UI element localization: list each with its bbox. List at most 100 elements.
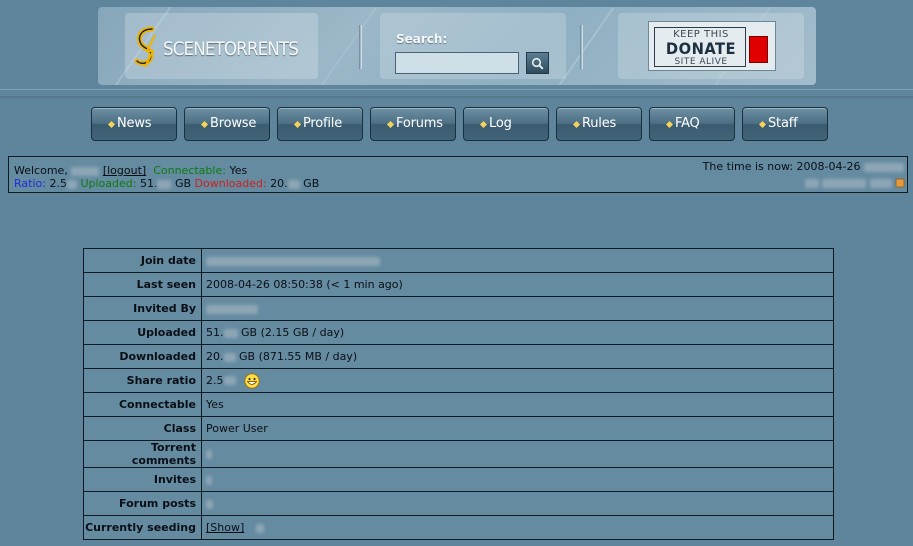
- server-time: The time is now: 2008-04-26: [703, 160, 904, 173]
- row-label: Uploaded: [83, 320, 202, 345]
- class-value: Power User: [201, 416, 834, 441]
- diamond-bullet-icon: [758, 120, 767, 129]
- table-row: Share ratio 2.5: [83, 368, 834, 393]
- redacted-item: [869, 178, 892, 188]
- header-divider: [359, 25, 362, 69]
- invites-value: [201, 467, 834, 492]
- last-seen-value: 2008-04-26 08:50:38 (< 1 min ago): [201, 272, 834, 297]
- uploaded-label: Uploaded:: [80, 177, 137, 190]
- table-row: Forum posts: [83, 491, 834, 516]
- redacted-value: [206, 256, 380, 266]
- header-divider: [580, 25, 583, 69]
- donate-main-text: DONATE: [665, 39, 737, 58]
- row-label: Downloaded: [83, 344, 202, 369]
- table-row: Class Power User: [83, 416, 834, 441]
- nav-label: Log: [489, 116, 512, 131]
- nav-profile[interactable]: Profile: [277, 107, 363, 141]
- nav-label: Profile: [303, 116, 343, 131]
- row-label: Torrent comments: [83, 440, 202, 468]
- torrent-comments-value: [201, 440, 834, 468]
- connectable-value: Yes: [229, 164, 248, 177]
- donate-button[interactable]: KEEP THIS DONATE SITE ALIVE: [648, 21, 776, 71]
- redacted-value: [206, 304, 258, 314]
- nav-log[interactable]: Log: [463, 107, 549, 141]
- profile-table: Join date Last seen 2008-04-26 08:50:38 …: [83, 248, 834, 540]
- join-date-value: [201, 248, 834, 273]
- nav-label: Staff: [768, 116, 798, 131]
- nav-rules[interactable]: Rules: [556, 107, 642, 141]
- show-seeding-link[interactable]: [Show]: [206, 521, 244, 534]
- downloaded-unit: GB: [303, 177, 320, 190]
- logo-text: SCENETORRENTS: [163, 38, 299, 60]
- row-label: Currently seeding: [83, 515, 202, 540]
- search-label: Search:: [396, 32, 448, 46]
- redacted-digits: [223, 376, 236, 385]
- nav-browse[interactable]: Browse: [184, 107, 270, 141]
- table-row: Uploaded 51. GB (2.15 GB / day): [83, 320, 834, 345]
- nav-forums[interactable]: Forums: [370, 107, 456, 141]
- redacted-username: [71, 166, 100, 176]
- diamond-bullet-icon: [479, 120, 488, 129]
- logout-link[interactable]: [logout]: [103, 164, 146, 177]
- ratio-label: Ratio:: [14, 177, 46, 190]
- donate-panel: KEEP THIS DONATE SITE ALIVE: [618, 13, 804, 79]
- redacted-digits: [223, 352, 236, 362]
- redacted-item: [822, 178, 866, 188]
- grin-smiley-icon: [244, 372, 260, 389]
- invited-by-value: [201, 296, 834, 321]
- redacted-digits: [287, 179, 300, 189]
- downloaded-value: 20. GB (871.55 MB / day): [201, 344, 834, 369]
- downloaded-label: Downloaded:: [194, 177, 267, 190]
- user-status-bar: Welcome, [logout] Connectable: Yes Ratio…: [8, 156, 908, 193]
- row-label: Join date: [83, 248, 202, 273]
- search-input[interactable]: [395, 52, 519, 74]
- header-banner: SCENETORRENTS Search: KEEP THIS DONATE S…: [98, 7, 816, 85]
- welcome-label: Welcome,: [14, 164, 68, 177]
- redacted-value: [255, 523, 264, 533]
- site-logo[interactable]: SCENETORRENTS: [125, 13, 318, 79]
- status-line-1: Welcome, [logout] Connectable: Yes: [14, 164, 247, 177]
- redacted-digits: [157, 179, 172, 189]
- row-label: Share ratio: [83, 368, 202, 393]
- row-label: Class: [83, 416, 202, 441]
- nav-faq[interactable]: FAQ: [649, 107, 735, 141]
- search-button[interactable]: [526, 52, 549, 74]
- header-divider-line: [0, 96, 913, 98]
- redacted-item: [804, 178, 819, 188]
- nav-label: FAQ: [675, 116, 700, 131]
- donate-bottom-text: SITE ALIVE: [674, 57, 728, 67]
- connectable-value: Yes: [201, 392, 834, 417]
- forum-posts-value: [201, 491, 834, 516]
- donate-frame: KEEP THIS DONATE SITE ALIVE: [654, 27, 746, 67]
- status-line-2: Ratio: 2.5 Uploaded: 51. GB Downloaded: …: [14, 177, 319, 190]
- table-row: Downloaded 20. GB (871.55 MB / day): [83, 344, 834, 369]
- nav-label: Rules: [582, 116, 617, 131]
- diamond-bullet-icon: [665, 120, 674, 129]
- connectable-label: Connectable:: [153, 164, 226, 177]
- downloaded-amount: 20.: [206, 350, 224, 363]
- share-ratio-number: 2.5: [206, 373, 224, 387]
- redacted-value: [206, 475, 212, 485]
- nav-label: Browse: [210, 116, 257, 131]
- diamond-bullet-icon: [200, 120, 209, 129]
- table-row: Torrent comments: [83, 440, 834, 468]
- search-panel: Search:: [380, 13, 566, 79]
- row-label: Last seen: [83, 272, 202, 297]
- redacted-value: [206, 499, 213, 509]
- nav-label: News: [117, 116, 152, 131]
- table-row: Last seen 2008-04-26 08:50:38 (< 1 min a…: [83, 272, 834, 297]
- nav-staff[interactable]: Staff: [742, 107, 828, 141]
- flag-icon: [895, 178, 905, 188]
- currently-seeding-value: [Show]: [201, 515, 834, 540]
- table-row: Join date: [83, 248, 834, 273]
- table-row: Invited By: [83, 296, 834, 321]
- nav-news[interactable]: News: [91, 107, 177, 141]
- row-label: Forum posts: [83, 491, 202, 516]
- redacted-digits: [223, 328, 238, 338]
- uploaded-value: 51. GB (2.15 GB / day): [201, 320, 834, 345]
- server-time-text: The time is now: 2008-04-26: [702, 160, 861, 173]
- diamond-bullet-icon: [572, 120, 581, 129]
- row-label: Invited By: [83, 296, 202, 321]
- share-ratio-value: 2.5: [201, 368, 834, 393]
- row-label: Invites: [83, 467, 202, 492]
